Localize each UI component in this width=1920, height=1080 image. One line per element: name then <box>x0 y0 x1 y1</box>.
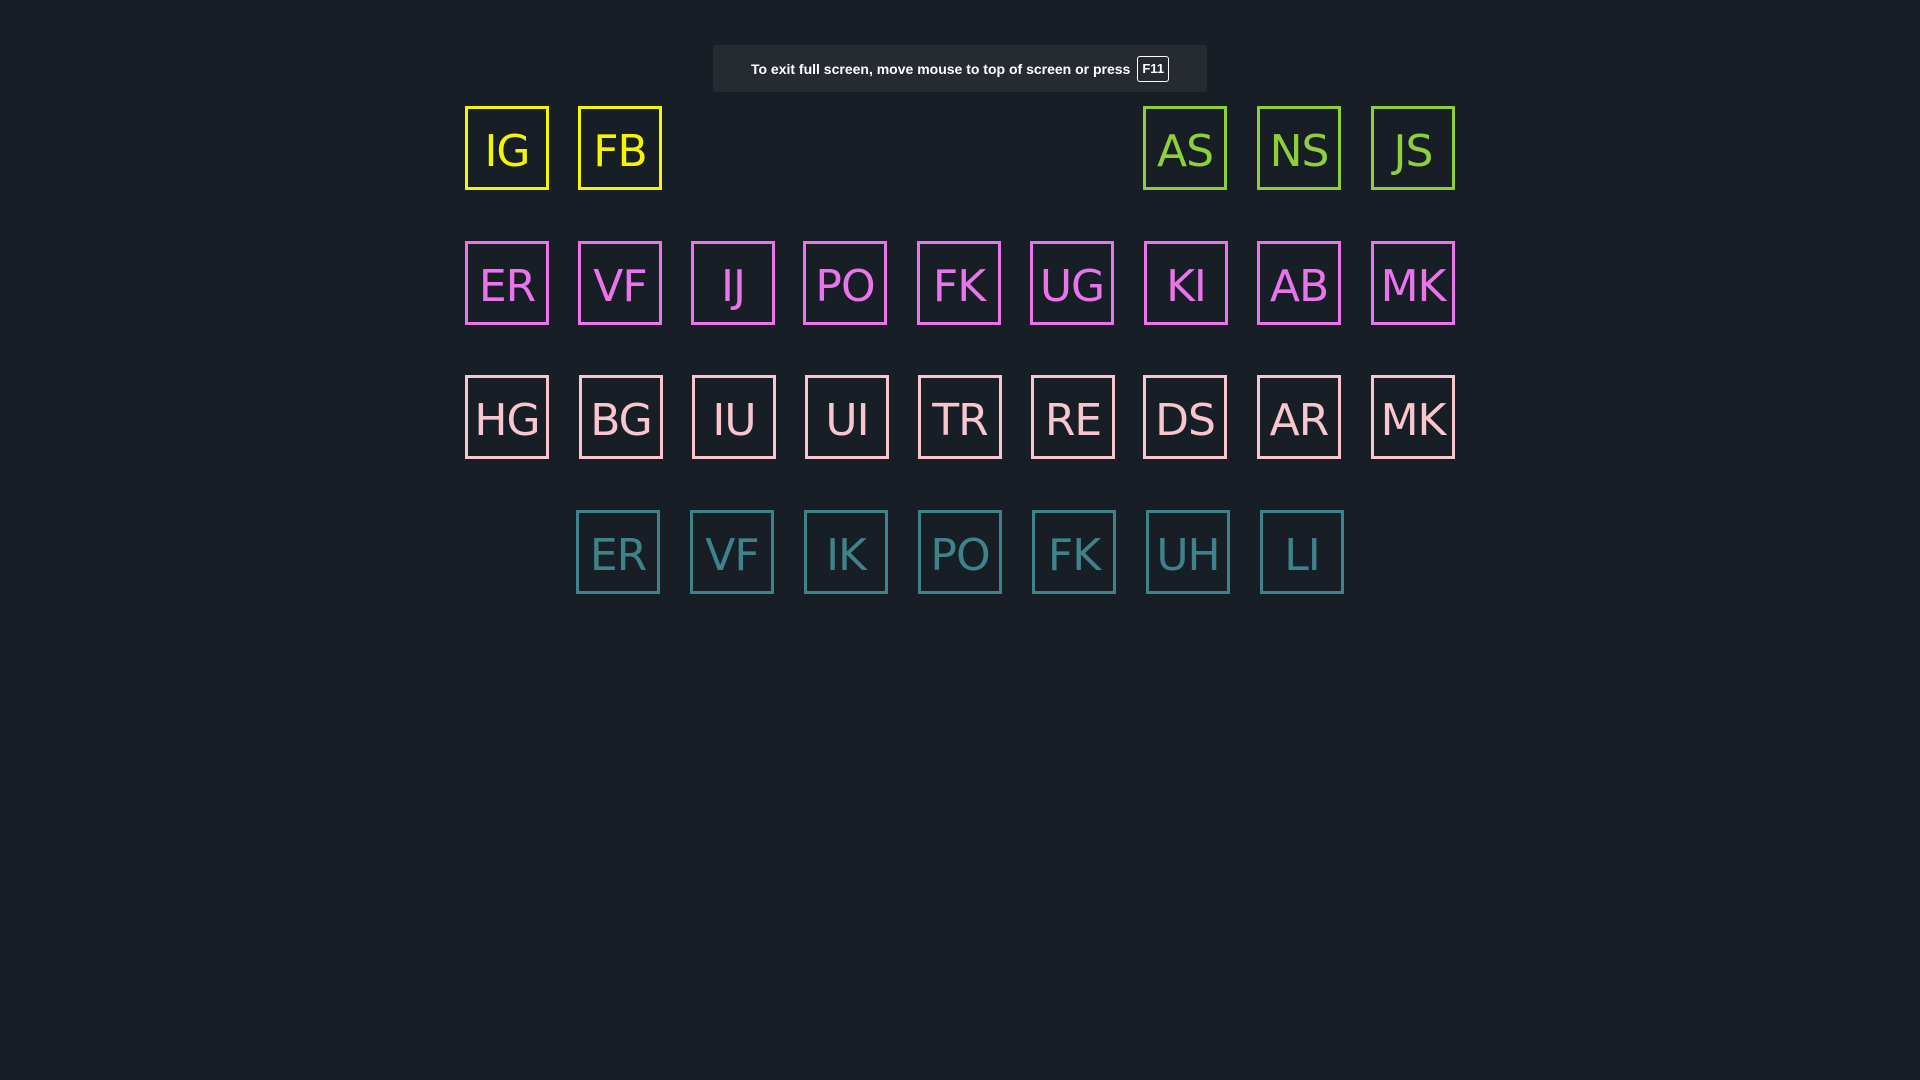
tile-ds[interactable]: DS <box>1143 375 1227 459</box>
fullscreen-exit-banner: To exit full screen, move mouse to top o… <box>713 45 1207 92</box>
tile-label: ER <box>478 261 536 312</box>
fullscreen-exit-text: To exit full screen, move mouse to top o… <box>750 60 1131 77</box>
tile-label: BG <box>590 395 653 446</box>
tile-bg[interactable]: BG <box>579 375 663 459</box>
tile-label: MK <box>1380 261 1447 312</box>
tile-vf[interactable]: VF <box>578 241 662 325</box>
tile-label: JS <box>1393 126 1434 177</box>
tile-po[interactable]: PO <box>918 510 1002 594</box>
tile-hg[interactable]: HG <box>465 375 549 459</box>
tile-ki[interactable]: KI <box>1144 241 1228 325</box>
f11-key-badge: F11 <box>1137 55 1170 82</box>
tile-label: FK <box>932 261 986 312</box>
tile-label: VF <box>705 530 759 581</box>
tile-label: IG <box>484 126 530 177</box>
tile-er[interactable]: ER <box>576 510 660 594</box>
tile-label: HG <box>474 395 540 446</box>
tile-label: RE <box>1044 395 1102 446</box>
tile-re[interactable]: RE <box>1031 375 1115 459</box>
tile-label: LI <box>1284 530 1320 581</box>
tile-label: FB <box>593 126 647 177</box>
tile-label: NS <box>1269 126 1330 177</box>
tile-label: UH <box>1156 530 1220 581</box>
tile-label: PO <box>815 261 875 312</box>
tile-iu[interactable]: IU <box>692 375 776 459</box>
tile-label: MK <box>1380 395 1447 446</box>
tile-fk[interactable]: FK <box>917 241 1001 325</box>
tile-li[interactable]: LI <box>1260 510 1344 594</box>
tile-label: VF <box>593 261 647 312</box>
tile-er[interactable]: ER <box>465 241 549 325</box>
fullscreen-page: To exit full screen, move mouse to top o… <box>0 0 1920 1080</box>
tile-po[interactable]: PO <box>803 241 887 325</box>
tile-tr[interactable]: TR <box>918 375 1002 459</box>
tile-mk[interactable]: MK <box>1371 241 1455 325</box>
tile-mk[interactable]: MK <box>1371 375 1455 459</box>
tile-ab[interactable]: AB <box>1257 241 1341 325</box>
tile-ui[interactable]: UI <box>805 375 889 459</box>
tile-label: AR <box>1269 395 1330 446</box>
tile-vf[interactable]: VF <box>690 510 774 594</box>
tile-as[interactable]: AS <box>1143 106 1227 190</box>
tile-label: IK <box>826 530 867 581</box>
tile-label: PO <box>930 530 990 581</box>
tile-ig[interactable]: IG <box>465 106 549 190</box>
tile-label: IU <box>712 395 756 446</box>
tile-label: TR <box>932 395 988 446</box>
tile-ug[interactable]: UG <box>1030 241 1114 325</box>
tile-label: AB <box>1269 261 1329 312</box>
tile-fb[interactable]: FB <box>578 106 662 190</box>
tile-label: IJ <box>721 261 746 312</box>
tile-ij[interactable]: IJ <box>691 241 775 325</box>
tile-label: FK <box>1047 530 1101 581</box>
tile-uh[interactable]: UH <box>1146 510 1230 594</box>
tile-label: DS <box>1155 395 1216 446</box>
tile-label: AS <box>1156 126 1214 177</box>
tile-label: ER <box>589 530 647 581</box>
tile-label: UG <box>1039 261 1105 312</box>
tile-ik[interactable]: IK <box>804 510 888 594</box>
tile-label: UI <box>825 395 869 446</box>
tile-fk[interactable]: FK <box>1032 510 1116 594</box>
tile-ns[interactable]: NS <box>1257 106 1341 190</box>
tile-js[interactable]: JS <box>1371 106 1455 190</box>
tile-label: KI <box>1166 261 1207 312</box>
tile-ar[interactable]: AR <box>1257 375 1341 459</box>
